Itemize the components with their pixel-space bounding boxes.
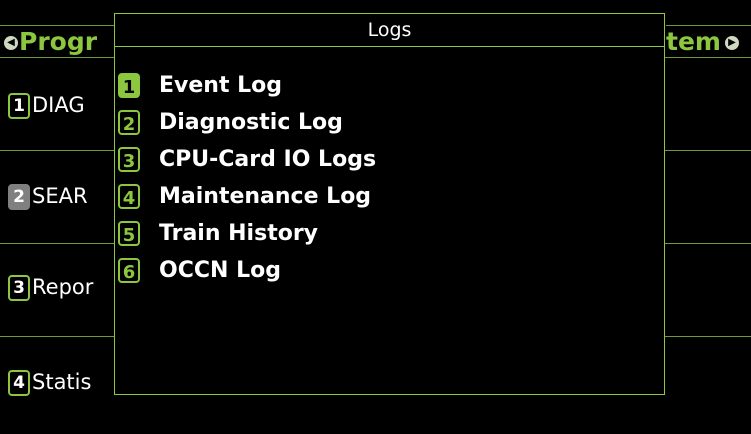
menu-item-number: 6: [118, 258, 140, 283]
menu-item-event-log[interactable]: 1 Event Log: [118, 67, 376, 104]
background-item-diag[interactable]: 1 DIAG: [8, 92, 85, 119]
background-item-statistics[interactable]: 4 Statis: [8, 369, 91, 396]
background-item-label: Statis: [32, 370, 92, 394]
header-left-label: Progr: [19, 27, 98, 56]
menu-item-label: Train History: [159, 221, 319, 246]
menu-item-occn-log[interactable]: 6 OCCN Log: [118, 252, 376, 289]
menu-item-label: CPU-Card IO Logs: [159, 147, 377, 172]
background-item-number: 3: [8, 275, 30, 301]
menu-item-number: 4: [118, 184, 140, 209]
menu-item-label: Maintenance Log: [159, 184, 372, 209]
background-item-label: DIAG: [32, 93, 85, 117]
right-arrow-icon[interactable]: ▶: [724, 36, 739, 50]
menu-item-number: 1: [118, 73, 140, 98]
menu-item-label: Event Log: [159, 73, 283, 98]
background-item-number: 4: [8, 370, 30, 396]
background-item-label: SEAR: [32, 184, 88, 208]
menu-item-label: OCCN Log: [159, 258, 281, 283]
background-item-number: 1: [8, 93, 30, 119]
menu-item-maintenance-log[interactable]: 4 Maintenance Log: [118, 178, 376, 215]
background-item-reports[interactable]: 3 Repor: [8, 274, 93, 301]
header-tab-right[interactable]: tem ▶: [666, 25, 751, 58]
logs-dialog: Logs 1 Event Log 2 Diagnostic Log 3 CPU-…: [114, 13, 665, 395]
menu-item-diagnostic-log[interactable]: 2 Diagnostic Log: [118, 104, 376, 141]
background-item-search[interactable]: 2 SEAR: [8, 183, 88, 210]
menu-item-train-history[interactable]: 5 Train History: [118, 215, 376, 252]
logs-menu: 1 Event Log 2 Diagnostic Log 3 CPU-Card …: [118, 67, 376, 289]
menu-item-cpu-card-io-logs[interactable]: 3 CPU-Card IO Logs: [118, 141, 376, 178]
menu-item-number: 3: [118, 147, 140, 172]
header-right-label: tem: [666, 27, 721, 56]
dialog-title: Logs: [115, 14, 664, 47]
background-item-label: Repor: [32, 275, 94, 299]
background-item-number: 2: [8, 184, 30, 210]
header-tab-left[interactable]: ◀ Progr: [0, 25, 114, 58]
menu-item-number: 5: [118, 221, 140, 246]
left-arrow-icon[interactable]: ◀: [4, 36, 18, 50]
menu-item-label: Diagnostic Log: [159, 110, 343, 135]
menu-item-number: 2: [118, 110, 140, 135]
